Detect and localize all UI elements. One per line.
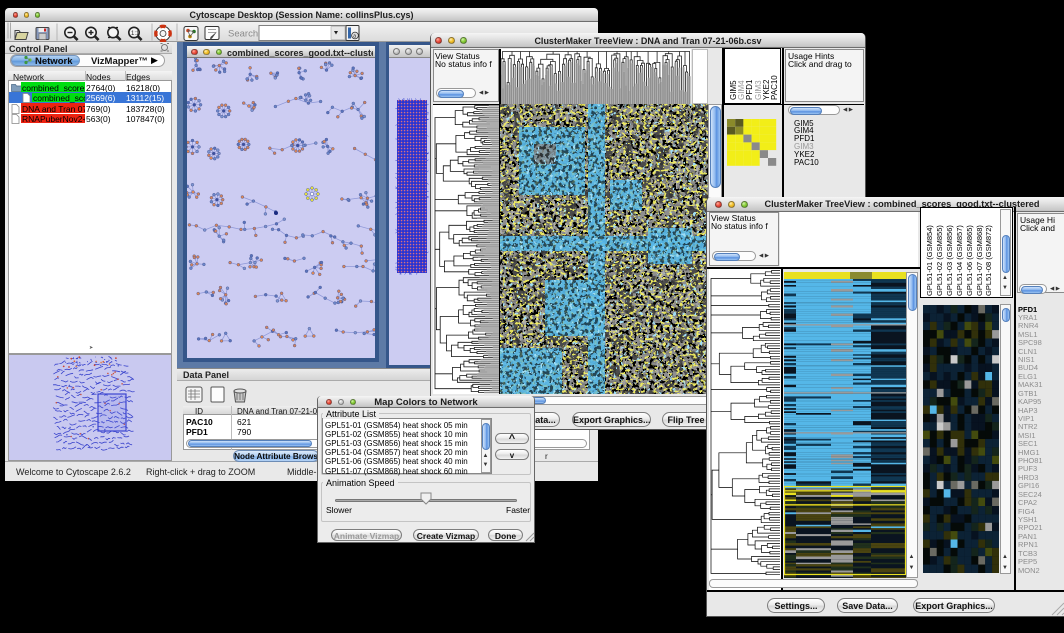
svg-text:1:1: 1:1 [131, 31, 140, 37]
svg-text:a: a [353, 34, 356, 40]
svg-text:Search:: Search: [228, 29, 261, 40]
